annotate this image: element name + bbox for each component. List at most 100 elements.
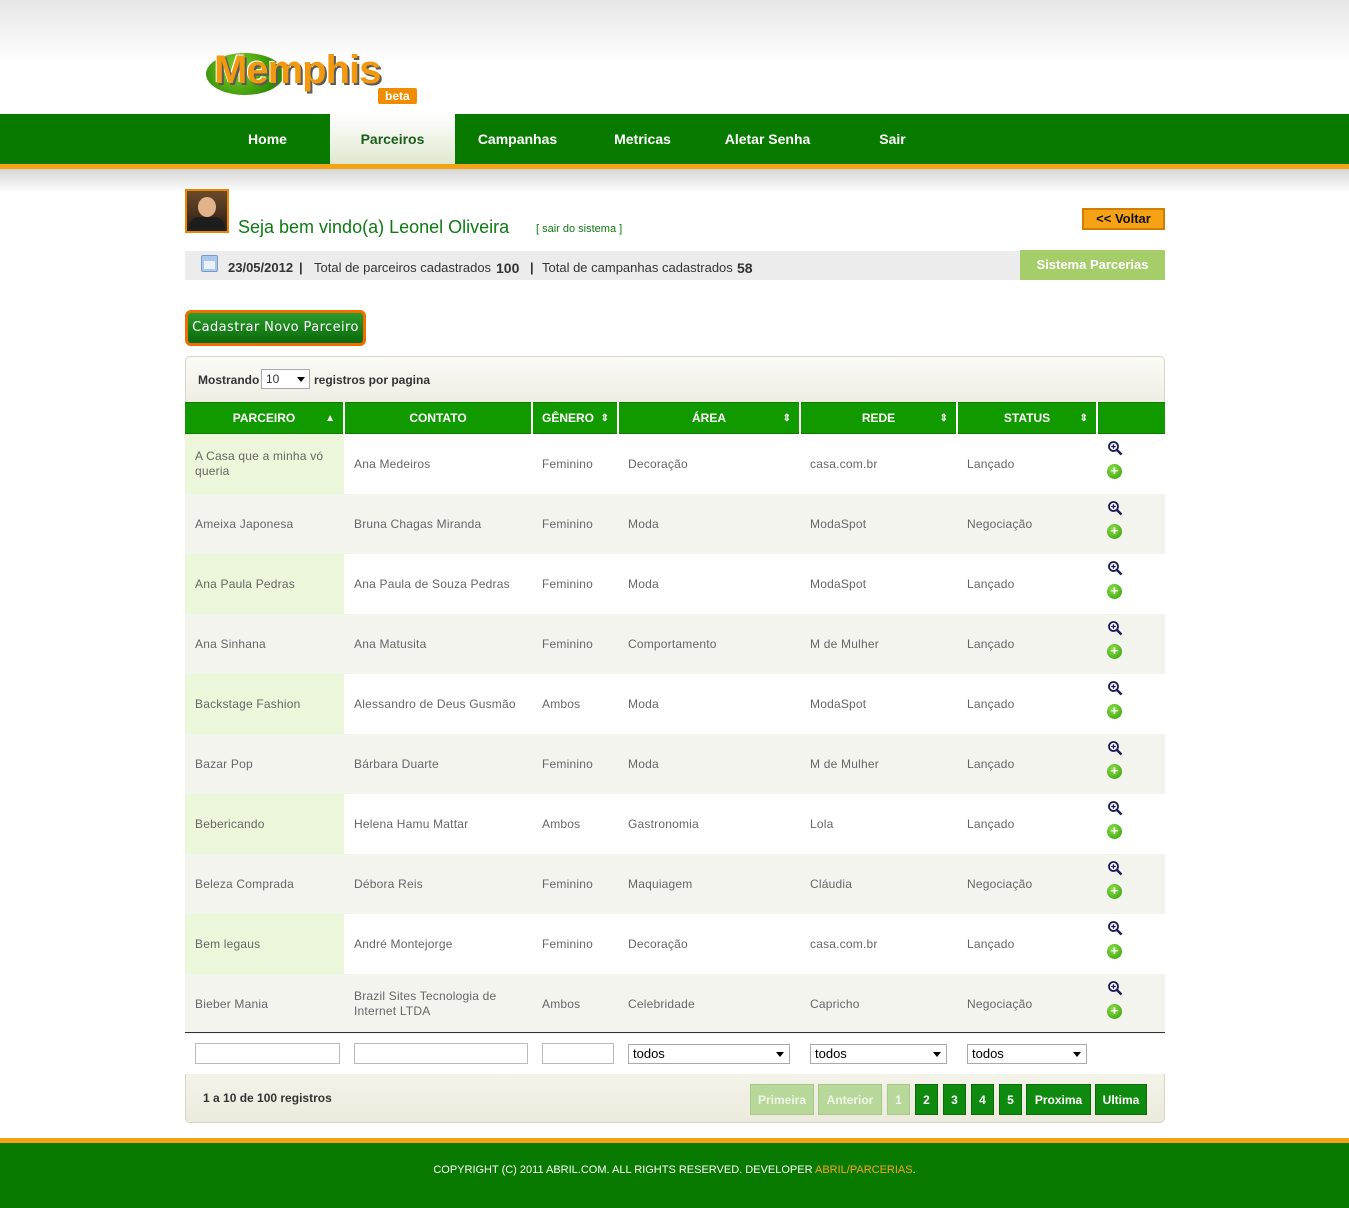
nav-parceiros[interactable]: Parceiros: [330, 114, 455, 164]
nav-sair[interactable]: Sair: [830, 114, 955, 164]
filter-genero-input[interactable]: [542, 1043, 614, 1064]
cell-parceiro: Bebericando: [185, 794, 344, 854]
partners-table: PARCEIRO ▲ CONTATO GÊNERO ⇕ ÁREA ⇕ REDE ⇕ ST…: [185, 402, 1165, 1034]
filter-status-value: todos: [972, 1046, 1004, 1061]
add-icon[interactable]: +: [1107, 764, 1122, 779]
cell-contato: André Montejorge: [354, 936, 453, 951]
cell-contato: Brazil Sites Tecnologia de Internet LTDA: [344, 974, 532, 1034]
column-header-genero[interactable]: GÊNERO ⇕: [532, 402, 619, 434]
cell-status: Lançado: [957, 734, 1097, 794]
cell-contato: Débora Reis: [344, 854, 532, 914]
row-actions: +: [1097, 734, 1165, 794]
page-1-button[interactable]: 1: [887, 1084, 910, 1115]
filter-status-select[interactable]: todos: [967, 1044, 1087, 1064]
column-label: CONTATO: [409, 411, 467, 425]
filter-parceiro-input[interactable]: [195, 1043, 340, 1064]
cell-area: Moda: [628, 696, 659, 711]
filter-rede-select[interactable]: todos: [810, 1044, 947, 1064]
zoom-icon[interactable]: [1107, 740, 1123, 756]
column-header-parceiro[interactable]: PARCEIRO ▲: [185, 402, 345, 434]
memphis-logo[interactable]: Memphis beta: [206, 48, 428, 108]
cell-genero: Ambos: [542, 696, 581, 711]
add-icon[interactable]: +: [1107, 944, 1122, 959]
zoom-icon[interactable]: [1107, 620, 1123, 636]
zoom-icon[interactable]: [1107, 680, 1123, 696]
row-actions: +: [1097, 794, 1165, 854]
cell-genero: Feminino: [532, 614, 618, 674]
add-icon[interactable]: +: [1107, 884, 1122, 899]
back-button[interactable]: << Voltar: [1082, 208, 1165, 230]
zoom-icon[interactable]: [1107, 800, 1123, 816]
developer-link[interactable]: ABRIL/PARCERIAS: [815, 1164, 913, 1176]
cell-status: Negociação: [957, 974, 1097, 1034]
page-4-button[interactable]: 4: [971, 1084, 994, 1115]
new-partner-button[interactable]: Cadastrar Novo Parceiro: [185, 310, 366, 346]
showing-label: Mostrando: [198, 373, 260, 387]
cell-parceiro: Ameixa Japonesa: [185, 494, 344, 554]
cell-status: Lançado: [967, 816, 1015, 831]
cell-contato: Helena Hamu Mattar: [354, 816, 469, 831]
cell-parceiro: Bazar Pop: [185, 734, 344, 794]
add-icon[interactable]: +: [1107, 584, 1122, 599]
cell-status: Lançado: [957, 614, 1097, 674]
logo-beta-badge: beta: [378, 88, 417, 104]
table-row: Ana Sinhana Ana Matusita Feminino Comportam…: [185, 614, 1165, 674]
zoom-icon[interactable]: [1107, 860, 1123, 876]
next-page-button[interactable]: Proxima: [1026, 1084, 1091, 1115]
column-header-status[interactable]: STATUS ⇕: [957, 402, 1098, 434]
table-row: Bem legaus André Montejorge Feminino Decora…: [185, 914, 1165, 974]
filter-area-select[interactable]: todos: [628, 1044, 790, 1064]
page-3-button[interactable]: 3: [943, 1084, 966, 1115]
chevron-down-icon: [933, 1052, 941, 1057]
cell-genero: Feminino: [542, 576, 593, 591]
logout-link[interactable]: [ sair do sistema ]: [536, 223, 622, 235]
row-actions: +: [1097, 554, 1165, 614]
cell-contato: Bárbara Duarte: [344, 734, 532, 794]
column-header-rede[interactable]: REDE ⇕: [800, 402, 958, 434]
filter-contato-input[interactable]: [354, 1043, 528, 1064]
table-body: A Casa que a minha vó queria Ana Medeiros…: [185, 433, 1165, 1034]
last-page-button[interactable]: Ultima: [1095, 1084, 1147, 1115]
nav-home[interactable]: Home: [205, 114, 330, 164]
zoom-icon[interactable]: [1107, 500, 1123, 516]
add-icon[interactable]: +: [1107, 524, 1122, 539]
row-actions: +: [1097, 854, 1165, 914]
page-5-button[interactable]: 5: [999, 1084, 1022, 1115]
prev-page-button[interactable]: Anterior: [818, 1084, 882, 1115]
zoom-icon[interactable]: [1107, 560, 1123, 576]
chevron-down-icon: [1073, 1052, 1081, 1057]
add-icon[interactable]: +: [1107, 1004, 1122, 1019]
nav-metricas[interactable]: Metricas: [580, 114, 705, 164]
nav-campanhas[interactable]: Campanhas: [455, 114, 580, 164]
cell-genero: Feminino: [532, 854, 618, 914]
cell-area: Moda: [618, 494, 800, 554]
cell-actions: +: [1097, 854, 1165, 914]
filter-row: todos todos todos: [185, 1032, 1165, 1074]
first-page-button[interactable]: Primeira: [750, 1084, 814, 1115]
cell-actions: +: [1097, 554, 1165, 614]
add-icon[interactable]: +: [1107, 824, 1122, 839]
cell-status: Lançado: [967, 576, 1015, 591]
cell-rede: M de Mulher: [800, 614, 957, 674]
add-icon[interactable]: +: [1107, 464, 1122, 479]
zoom-icon[interactable]: [1107, 980, 1123, 996]
column-header-area[interactable]: ÁREA ⇕: [618, 402, 801, 434]
add-icon[interactable]: +: [1107, 644, 1122, 659]
user-avatar: [185, 189, 229, 233]
cell-parceiro: Backstage Fashion: [185, 674, 344, 734]
column-header-contato[interactable]: CONTATO: [344, 402, 533, 434]
cell-actions: +: [1097, 674, 1165, 734]
top-header: [0, 0, 1349, 114]
per-page-label: registros por pagina: [314, 373, 431, 387]
column-label: REDE: [861, 411, 896, 425]
avatar-face: [198, 197, 216, 217]
cell-genero: Feminino: [532, 494, 618, 554]
footer: COPYRIGHT (C) 2011 ABRIL.COM. ALL RIGHTS…: [0, 1143, 1349, 1208]
nav-alterar-senha[interactable]: Aletar Senha: [705, 114, 830, 164]
zoom-icon[interactable]: [1107, 920, 1123, 936]
page-size-select[interactable]: 10: [261, 369, 310, 389]
add-icon[interactable]: +: [1107, 704, 1122, 719]
cell-rede: ModaSpot: [800, 494, 957, 554]
page-2-button[interactable]: 2: [915, 1084, 938, 1115]
zoom-icon[interactable]: [1107, 440, 1123, 456]
